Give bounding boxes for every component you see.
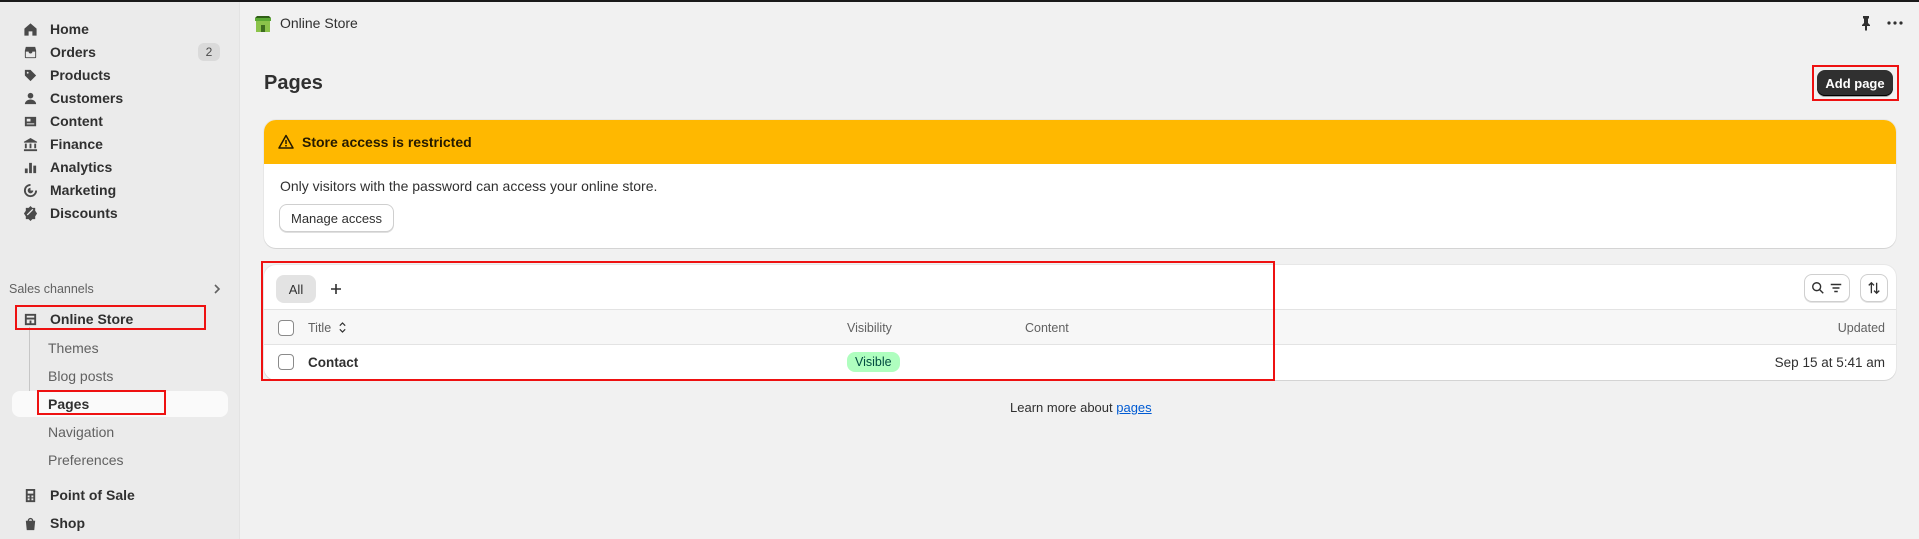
- sidebar-item-point-of-sale[interactable]: Point of Sale: [12, 482, 228, 508]
- page-title: Pages: [264, 72, 323, 94]
- pin-icon[interactable]: [1858, 15, 1874, 31]
- sidebar-item-shop[interactable]: Shop: [12, 510, 228, 536]
- sort-button[interactable]: [1860, 274, 1888, 302]
- orders-count-badge: 2: [198, 43, 220, 61]
- banner-text: Only visitors with the password can acce…: [280, 178, 658, 194]
- manage-access-button[interactable]: Manage access: [279, 204, 395, 232]
- sidebar-subitem-navigation[interactable]: Navigation: [36, 419, 228, 445]
- sort-arrows-icon: [339, 322, 346, 333]
- content-icon: [22, 113, 38, 129]
- sort-icon: [1868, 281, 1880, 295]
- sidebar-item-label: Marketing: [50, 182, 117, 198]
- online-store-logo-icon: [255, 16, 271, 32]
- sidebar-item-label: Online Store: [50, 311, 134, 327]
- more-options-icon[interactable]: [1886, 15, 1904, 31]
- sidebar-subitem-blog-posts[interactable]: Blog posts: [36, 363, 228, 389]
- search-icon: [1812, 282, 1824, 294]
- orders-icon: [22, 44, 38, 60]
- sidebar: Home Orders 2 Products Customers Content…: [0, 2, 240, 539]
- sidebar-item-label: Home: [50, 21, 89, 37]
- column-title[interactable]: Title: [308, 321, 347, 335]
- add-page-button[interactable]: Add page: [1817, 70, 1893, 96]
- add-view-button[interactable]: [326, 279, 346, 299]
- sidebar-item-label: Discounts: [50, 205, 118, 221]
- shop-bag-icon: [22, 515, 38, 531]
- person-icon: [22, 90, 38, 106]
- sidebar-item-label: Customers: [50, 90, 124, 106]
- column-visibility: Visibility: [847, 321, 892, 335]
- pages-table-card: All Title Visibility Content Updated Con…: [264, 265, 1896, 380]
- filter-icon: [1830, 283, 1842, 293]
- sidebar-item-label: Finance: [50, 136, 103, 152]
- top-bar: Online Store: [240, 2, 1919, 44]
- bar-chart-icon: [22, 159, 38, 175]
- row-updated: Sep 15 at 5:41 am: [1774, 355, 1885, 370]
- table-row[interactable]: Contact Visible Sep 15 at 5:41 am: [264, 345, 1896, 380]
- home-icon: [22, 21, 38, 37]
- sidebar-item-online-store[interactable]: Online Store: [12, 306, 228, 332]
- store-restricted-banner: Store access is restricted Only visitors…: [264, 120, 1896, 248]
- select-all-checkbox[interactable]: [278, 320, 294, 336]
- discount-icon: [22, 205, 38, 221]
- sidebar-item-label: Shop: [50, 515, 85, 531]
- sidebar-item-label: Orders: [50, 44, 96, 60]
- column-title-label: Title: [308, 321, 332, 335]
- sidebar-subitem-themes[interactable]: Themes: [36, 335, 228, 361]
- target-icon: [22, 182, 38, 198]
- tab-all[interactable]: All: [276, 275, 316, 303]
- learn-more-label: Learn more about: [1010, 400, 1117, 415]
- sidebar-subitem-preferences[interactable]: Preferences: [36, 447, 228, 473]
- column-content: Content: [1025, 321, 1069, 335]
- storefront-icon: [22, 311, 38, 327]
- pages-help-link[interactable]: pages: [1116, 400, 1151, 415]
- sales-channels-heading: Sales channels: [9, 282, 94, 296]
- sidebar-item-label: Point of Sale: [50, 487, 135, 503]
- tag-icon: [22, 67, 38, 83]
- banner-header: Store access is restricted: [264, 120, 1896, 164]
- banner-title: Store access is restricted: [302, 134, 472, 150]
- table-header: Title Visibility Content Updated: [264, 309, 1896, 345]
- sidebar-item-label: Products: [50, 67, 111, 83]
- sidebar-item-label: Content: [50, 113, 103, 129]
- column-updated: Updated: [1837, 321, 1885, 335]
- bank-icon: [22, 136, 38, 152]
- visibility-status-badge: Visible: [847, 352, 900, 372]
- row-title[interactable]: Contact: [308, 355, 358, 370]
- sidebar-item-discounts[interactable]: Discounts: [12, 200, 228, 226]
- warning-icon: [278, 134, 294, 149]
- sidebar-item-label: Analytics: [50, 159, 113, 175]
- row-checkbox[interactable]: [278, 354, 294, 370]
- chevron-right-icon[interactable]: [211, 282, 223, 296]
- learn-more-text: Learn more about pages: [1010, 400, 1152, 415]
- pos-icon: [22, 487, 38, 503]
- sidebar-subitem-pages[interactable]: Pages: [12, 391, 228, 417]
- plus-icon: [331, 284, 341, 294]
- topbar-title: Online Store: [280, 15, 358, 31]
- search-filter-button[interactable]: [1804, 274, 1850, 302]
